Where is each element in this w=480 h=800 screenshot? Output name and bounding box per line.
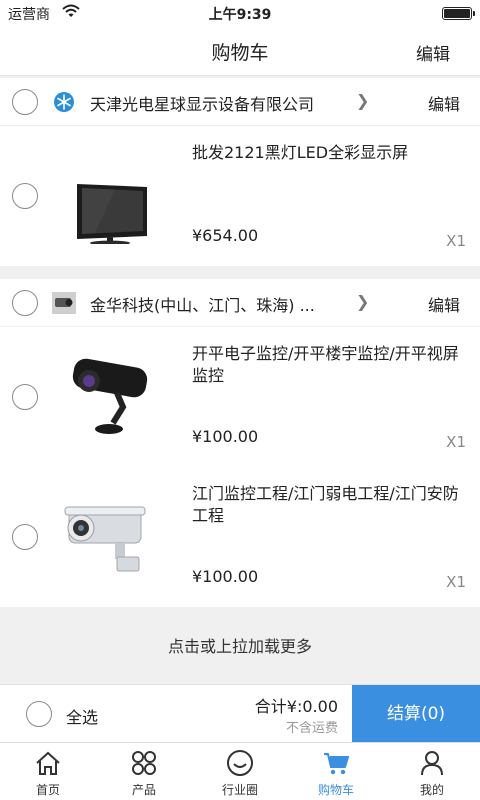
item-title[interactable]: 江门监控工程/江门弱电工程/江门安防工程 [192,483,472,527]
tab-cart[interactable]: 购物车 [288,743,384,800]
chevron-right-icon[interactable]: ❯ [356,91,369,110]
tab-home[interactable]: 首页 [0,743,96,800]
white-camera-image[interactable] [55,485,155,585]
item-title[interactable]: 批发2121黑灯LED全彩显示屏 [192,142,472,164]
tab-products[interactable]: 产品 [96,743,192,800]
item-quantity: X1 [446,433,466,451]
item-select-radio[interactable] [12,183,38,209]
tab-label: 产品 [131,783,156,797]
item-price: ¥100.00 [192,567,259,586]
total-amount: 合计¥:0.00 [254,697,338,716]
shop-select-radio[interactable] [12,89,38,115]
shipping-note: 不含运费 [285,721,338,736]
shop-header: 金华科技(中山、江门、珠海) ... ❯ 编辑 [0,279,480,327]
clock: 上午9:39 [208,7,272,23]
shop-name[interactable]: 天津光电星球显示设备有限公司 [90,91,314,115]
monitor-image[interactable] [55,144,155,246]
battery-icon [442,7,475,20]
shop-header: 天津光电星球显示设备有限公司 ❯ 编辑 [0,78,480,126]
shop-name[interactable]: 金华科技(中山、江门、珠海) ... [90,292,315,316]
select-all-radio[interactable] [26,701,52,727]
tab-bar: 首页 产品 行业圈 购物车 我的 [0,742,480,800]
tab-mine[interactable]: 我的 [384,743,480,800]
nav-bar: 购物车 编辑 [0,26,480,76]
person-icon [421,751,443,776]
black-camera-image[interactable] [55,345,155,445]
checkout-bar: 全选 合计¥:0.00 不含运费 结算(0) [0,684,480,743]
smiley-icon [227,750,253,776]
tab-label: 购物车 [317,783,354,797]
item-title[interactable]: 开平电子监控/开平楼宇监控/开平视屏监控 [192,343,472,387]
camera-logo-icon [52,292,76,314]
tab-industry[interactable]: 行业圈 [192,743,288,800]
page-title: 购物车 [211,42,269,64]
cart-item[interactable]: 批发2121黑灯LED全彩显示屏 ¥654.00 X1 [0,126,480,266]
item-select-radio[interactable] [12,524,38,550]
cart-item[interactable]: 江门监控工程/江门弱电工程/江门安防工程 ¥100.00 X1 [0,467,480,607]
load-more-button[interactable]: 点击或上拉加载更多 [0,610,480,684]
item-quantity: X1 [446,573,466,591]
item-quantity: X1 [446,232,466,250]
item-price: ¥100.00 [192,427,259,446]
snowflake-logo-icon [52,91,76,113]
tab-label: 首页 [35,783,60,797]
shop-edit-button[interactable]: 编辑 [428,292,460,316]
item-price: ¥654.00 [192,226,259,245]
item-select-radio[interactable] [12,384,38,410]
tab-label: 行业圈 [221,783,258,797]
checkout-button[interactable]: 结算(0) [352,685,480,743]
select-all-label[interactable]: 全选 [66,704,98,728]
grid-icon [132,751,156,775]
chevron-right-icon[interactable]: ❯ [356,292,369,311]
status-bar: 运营商 上午9:39 [0,0,480,26]
home-icon [36,751,60,775]
edit-button[interactable]: 编辑 [416,40,450,65]
cart-item[interactable]: 开平电子监控/开平楼宇监控/开平视屏监控 ¥100.00 X1 [0,327,480,467]
tab-label: 我的 [419,783,444,797]
cart-icon [324,753,349,775]
shop-edit-button[interactable]: 编辑 [428,91,460,115]
shop-select-radio[interactable] [12,290,38,316]
